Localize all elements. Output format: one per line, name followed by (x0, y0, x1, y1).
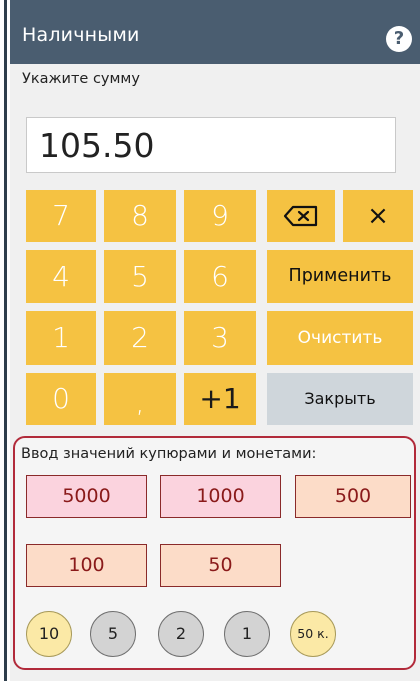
left-edge (0, 0, 7, 681)
key-6[interactable]: 6 (184, 250, 256, 303)
key-8[interactable]: 8 (104, 190, 176, 242)
key-decimal-separator[interactable]: , (104, 373, 176, 425)
key-5[interactable]: 5 (104, 250, 176, 303)
coin-2[interactable]: 2 (158, 611, 204, 657)
coin-10[interactable]: 10 (26, 611, 72, 657)
key-3[interactable]: 3 (184, 311, 256, 365)
clear-x-button[interactable]: × (343, 190, 413, 242)
note-50[interactable]: 50 (160, 544, 281, 587)
denominations-label: Ввод значений купюрами и монетами: (21, 446, 317, 462)
key-4[interactable]: 4 (26, 250, 96, 303)
help-icon[interactable]: ? (386, 26, 412, 52)
backspace-button[interactable] (267, 190, 335, 242)
key-0[interactable]: 0 (26, 373, 96, 425)
note-100[interactable]: 100 (26, 544, 147, 587)
note-5000[interactable]: 5000 (26, 475, 147, 518)
denominations-group: Ввод значений купюрами и монетами: 5000 … (13, 436, 416, 670)
note-500[interactable]: 500 (295, 475, 411, 518)
backspace-icon (283, 205, 318, 227)
key-2[interactable]: 2 (104, 311, 176, 365)
key-1[interactable]: 1 (26, 311, 96, 365)
coin-50-kopeks[interactable]: 50 к. (290, 611, 336, 657)
coin-1[interactable]: 1 (224, 611, 270, 657)
coin-5[interactable]: 5 (90, 611, 136, 657)
key-9[interactable]: 9 (184, 190, 256, 242)
apply-button[interactable]: Применить (267, 250, 413, 303)
amount-prompt: Укажите сумму (22, 71, 140, 87)
amount-input[interactable]: 105.50 (26, 117, 396, 173)
close-button[interactable]: Закрыть (267, 373, 413, 425)
key-7[interactable]: 7 (26, 190, 96, 242)
note-1000[interactable]: 1000 (160, 475, 281, 518)
clear-button[interactable]: Очистить (267, 311, 413, 365)
key-plus-one[interactable]: +1 (184, 373, 256, 425)
payment-panel: Наличными ? Укажите сумму 105.50 7 8 9 4… (10, 0, 420, 681)
header: Наличными ? (10, 0, 420, 64)
page-title: Наличными (22, 24, 140, 46)
close-icon: × (367, 201, 389, 231)
